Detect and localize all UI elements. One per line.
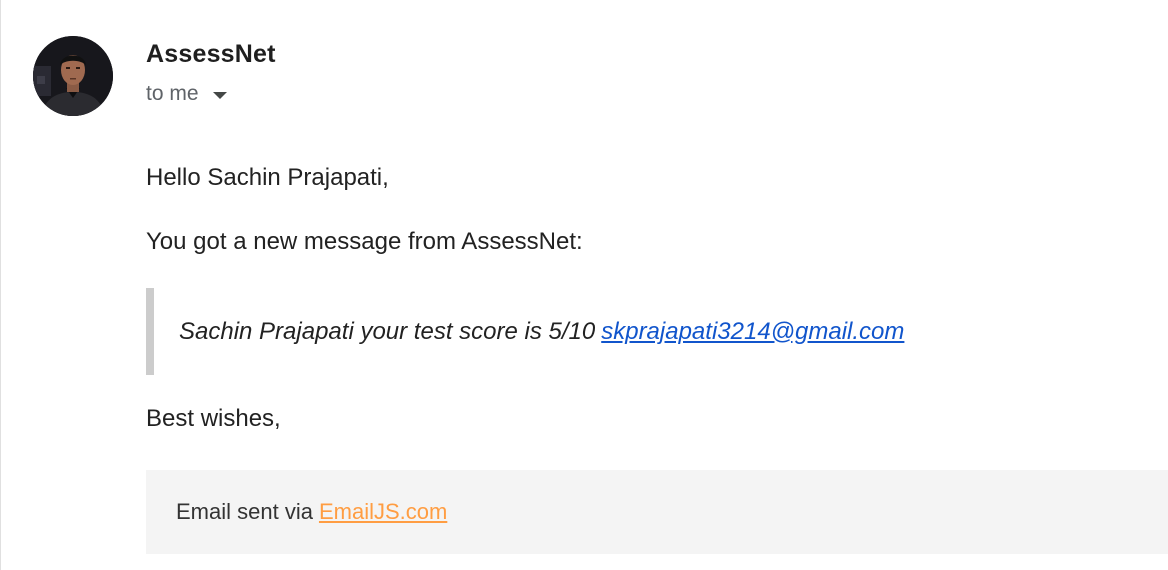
avatar-photo-icon (33, 36, 113, 116)
closing-text: Best wishes, (146, 405, 281, 432)
intro-text: You got a new message from AssessNet: (146, 228, 583, 255)
greeting-text: Hello Sachin Prajapati, (146, 164, 389, 191)
caret-down-icon[interactable] (212, 91, 227, 99)
footer-prefix: Email sent via (176, 499, 313, 524)
recipient-label: to me (146, 82, 199, 105)
email-link[interactable]: skprajapati3214@gmail.com (601, 318, 904, 346)
email-view: AssessNet to me Hello Sachin Prajapati, … (0, 0, 1168, 570)
recipient-details-toggle[interactable]: to me (146, 82, 227, 106)
footer-banner: Email sent via EmailJS.com (146, 470, 1168, 554)
emailjs-link[interactable]: EmailJS.com (319, 499, 447, 525)
sender-avatar[interactable] (33, 36, 113, 116)
message-quote: Sachin Prajapati your test score is 5/10… (146, 288, 904, 375)
sender-name: AssessNet (146, 40, 276, 68)
quote-text: Sachin Prajapati your test score is 5/10 (179, 317, 596, 345)
